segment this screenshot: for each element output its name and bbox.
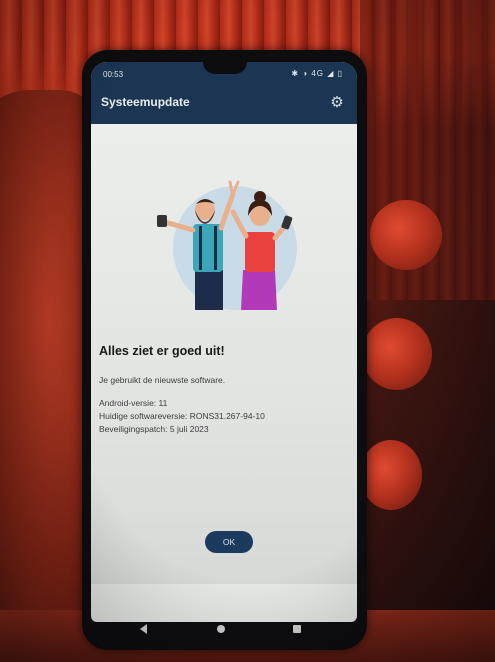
navigation-bar — [91, 618, 357, 644]
status-icons: ✱ ◑ 4G ◢ ▯ — [291, 69, 343, 78]
ok-button[interactable]: OK — [205, 531, 253, 553]
finger-1 — [370, 200, 442, 270]
home-icon[interactable] — [217, 625, 225, 633]
finger-2 — [362, 318, 432, 390]
status-message: Je gebruikt de nieuwste software. — [99, 375, 226, 385]
app-title: Systeemupdate — [101, 95, 190, 109]
gear-icon[interactable]: ⚙ — [329, 95, 345, 111]
security-patch: Beveiligingspatch: 5 juli 2023 — [99, 424, 209, 434]
finger-3 — [360, 440, 422, 510]
app-bar: Systeemupdate ⚙ — [91, 84, 357, 124]
android-version: Android-versie: 11 — [99, 398, 168, 408]
update-content: Alles ziet er goed uit! Je gebruikt de n… — [91, 124, 357, 584]
software-version: Huidige softwareversie: RONS31.267-94-10 — [99, 411, 265, 421]
celebration-illustration — [157, 180, 297, 310]
illustration-circle — [173, 186, 297, 310]
recent-apps-icon[interactable] — [293, 625, 301, 633]
page-title: Alles ziet er goed uit! — [99, 344, 225, 358]
camera-notch — [203, 62, 247, 74]
back-icon[interactable] — [140, 624, 147, 634]
status-time: 00:53 — [103, 70, 124, 79]
